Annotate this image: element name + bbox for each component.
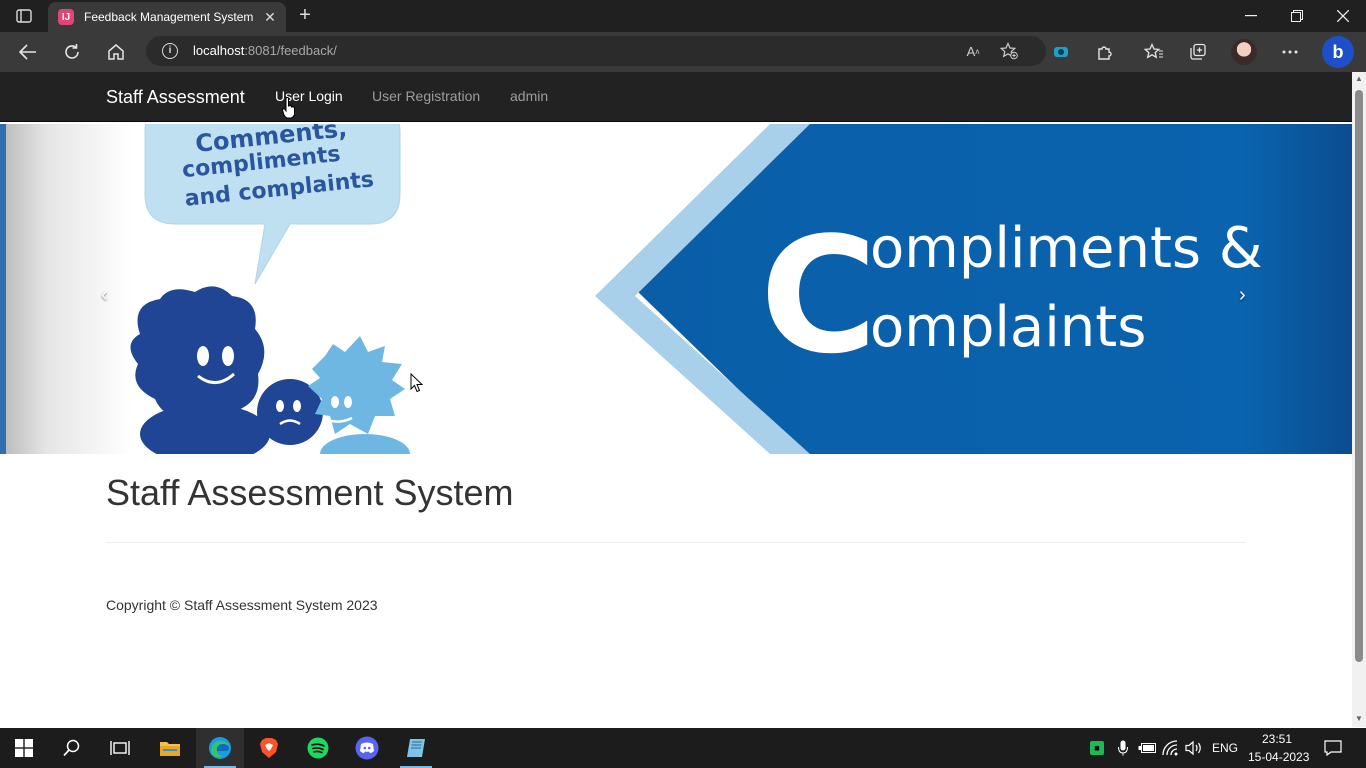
collections-icon[interactable] xyxy=(1186,40,1210,64)
windows-taskbar: ■ ENG 23:51 15-04-2023 xyxy=(0,728,1366,768)
site-navbar: Staff Assessment User Login User Registr… xyxy=(0,72,1352,122)
battery-icon[interactable] xyxy=(1138,739,1156,757)
notification-icon[interactable] xyxy=(1324,739,1342,757)
extension-icon[interactable] xyxy=(1049,40,1073,64)
scroll-thumb[interactable] xyxy=(1355,90,1363,662)
banner-line-2: omplaints xyxy=(870,295,1146,360)
characters-illustration: Comments, compliments and complaints xyxy=(130,124,410,454)
favorites-icon[interactable] xyxy=(1142,40,1166,64)
carousel-banner: C ompliments & omplaints xyxy=(590,124,1352,454)
close-icon[interactable]: ✕ xyxy=(262,9,278,25)
profile-avatar[interactable] xyxy=(1231,39,1257,65)
task-view-icon[interactable] xyxy=(96,728,144,768)
favorite-add-icon[interactable] xyxy=(999,41,1019,61)
nav-admin[interactable]: admin xyxy=(510,88,548,104)
home-icon[interactable] xyxy=(104,40,128,64)
carousel-next-icon[interactable]: › xyxy=(1239,284,1246,307)
wifi-icon[interactable] xyxy=(1162,739,1180,757)
url-host: localhost xyxy=(193,43,245,58)
banner-line-1: ompliments & xyxy=(870,216,1263,281)
url-text[interactable]: localhost:8081/feedback/ xyxy=(193,43,337,58)
tab-title: Feedback Management System xyxy=(84,10,254,24)
hand-cursor-icon xyxy=(282,97,295,119)
page-title: Staff Assessment System xyxy=(106,472,514,513)
restore-icon[interactable] xyxy=(1274,0,1320,32)
navbar-brand[interactable]: Staff Assessment xyxy=(106,87,245,108)
carousel-prev-icon[interactable]: ‹ xyxy=(101,284,108,307)
nav-user-registration[interactable]: User Registration xyxy=(372,88,480,104)
scroll-down-icon[interactable]: ▼ xyxy=(1355,714,1363,723)
minimize-icon[interactable] xyxy=(1228,0,1274,32)
address-bar[interactable]: i localhost:8081/feedback/ Aʌ xyxy=(146,36,1046,66)
web-page: Staff Assessment User Login User Registr… xyxy=(0,72,1352,727)
url-path: :8081/feedback/ xyxy=(244,43,337,58)
file-explorer-icon[interactable] xyxy=(146,728,194,768)
footer-copyright: Copyright © Staff Assessment System 2023 xyxy=(106,597,378,613)
read-aloud-icon[interactable]: Aʌ xyxy=(963,41,983,61)
plus-icon[interactable]: + xyxy=(295,5,315,26)
tab-favicon-icon: IJ xyxy=(58,9,74,25)
brave-icon[interactable] xyxy=(245,728,293,768)
info-icon[interactable]: i xyxy=(162,43,178,59)
back-icon[interactable] xyxy=(16,40,40,64)
clock-date[interactable]: 15-04-2023 xyxy=(1248,750,1309,764)
image-carousel[interactable]: Comments, compliments and complaints C o… xyxy=(0,124,1352,454)
volume-icon[interactable] xyxy=(1185,739,1203,757)
edge-icon[interactable] xyxy=(196,728,244,768)
bing-icon[interactable]: b xyxy=(1322,36,1354,68)
page-scrollbar[interactable]: ▲ ▼ xyxy=(1352,72,1366,727)
spotify-icon[interactable] xyxy=(294,728,342,768)
carousel-illustration: Comments, compliments and complaints xyxy=(0,124,600,454)
search-icon[interactable] xyxy=(48,728,96,768)
browser-tabbar: IJ Feedback Management System ✕ + xyxy=(0,0,1366,32)
scroll-up-icon[interactable]: ▲ xyxy=(1355,74,1363,83)
clock-time[interactable]: 23:51 xyxy=(1262,732,1292,746)
tab-actions-icon[interactable] xyxy=(10,6,38,26)
green-app-tray-icon[interactable]: ■ xyxy=(1090,741,1104,755)
refresh-icon[interactable] xyxy=(60,40,84,64)
more-icon[interactable] xyxy=(1278,40,1302,64)
puzzle-icon[interactable] xyxy=(1093,40,1117,64)
divider xyxy=(106,542,1246,543)
mic-icon[interactable] xyxy=(1114,739,1132,757)
language-indicator[interactable]: ENG xyxy=(1212,741,1238,755)
browser-tab[interactable]: IJ Feedback Management System ✕ xyxy=(48,2,286,32)
browser-toolbar: i localhost:8081/feedback/ Aʌ b xyxy=(0,32,1366,72)
arrow-cursor-icon xyxy=(410,373,423,393)
discord-icon[interactable] xyxy=(343,728,391,768)
app-icon[interactable] xyxy=(392,728,440,768)
banner-big-letter: C xyxy=(760,202,877,389)
banner-graphic: C ompliments & omplaints xyxy=(595,124,1352,454)
windows-start-icon[interactable] xyxy=(0,728,48,768)
window-close-icon[interactable] xyxy=(1320,0,1366,32)
